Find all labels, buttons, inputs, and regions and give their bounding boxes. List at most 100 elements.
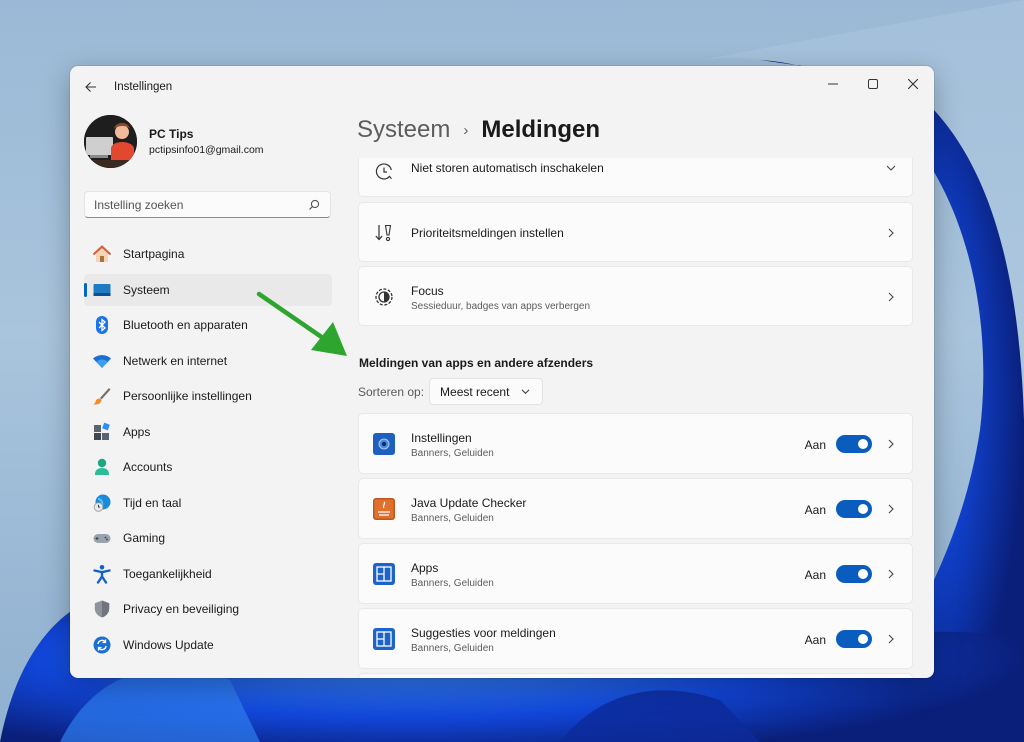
card-subtitle: Sessieduur, badges van apps verbergen — [411, 301, 591, 312]
app-name: Suggesties voor meldingen — [411, 626, 556, 640]
chevron-right-icon[interactable] — [886, 569, 896, 579]
clock-dnd-icon — [373, 161, 395, 183]
notification-toggle[interactable] — [836, 630, 872, 648]
sidebar-item-label: Tijd en taal — [123, 495, 182, 510]
app-row-instellingen[interactable]: Instellingen Banners, Geluiden Aan — [358, 413, 913, 474]
settings-search[interactable] — [84, 191, 331, 218]
time-language-icon — [92, 493, 112, 513]
sidebar-item-windows-update[interactable]: Windows Update — [84, 629, 332, 661]
sidebar-item-label: Toegankelijkheid — [123, 566, 212, 581]
accessibility-icon — [92, 564, 112, 584]
maximize-button[interactable] — [853, 70, 893, 98]
app-row-apps[interactable]: Apps Banners, Geluiden Aan — [358, 543, 913, 604]
toggle-state-label: Aan — [804, 503, 826, 517]
sidebar-item-netwerk[interactable]: Netwerk en internet — [84, 345, 332, 377]
focus-icon — [373, 286, 395, 308]
sidebar-item-label: Netwerk en internet — [123, 353, 228, 368]
apps-app-icon — [373, 563, 395, 585]
toggle-state-label: Aan — [804, 438, 826, 452]
breadcrumb-separator: › — [463, 121, 469, 139]
chevron-down-icon[interactable] — [886, 163, 896, 173]
chevron-right-icon[interactable] — [886, 634, 896, 644]
sidebar-item-label: Bluetooth en apparaten — [123, 318, 248, 332]
sidebar-item-label: Startpagina — [123, 247, 185, 261]
avatar-illustration-icon — [84, 115, 137, 168]
app-detail: Banners, Geluiden — [411, 578, 494, 589]
wifi-icon — [92, 351, 112, 371]
java-app-icon — [373, 498, 395, 520]
chevron-right-icon[interactable] — [886, 439, 896, 449]
sidebar-item-systeem[interactable]: Systeem — [84, 273, 332, 306]
sidebar-item-privacy[interactable]: Privacy en beveiliging — [84, 593, 332, 625]
sort-label: Sorteren op: — [358, 384, 425, 399]
system-icon — [92, 280, 112, 300]
app-detail: Banners, Geluiden — [411, 513, 494, 524]
sort-dropdown[interactable]: Meest recent — [429, 378, 544, 405]
sidebar-nav: Startpagina Systeem Bluetooth en apparat… — [84, 238, 332, 664]
breadcrumb-parent[interactable]: Systeem — [357, 116, 450, 144]
priority-icon — [373, 222, 395, 244]
chevron-right-icon[interactable] — [886, 292, 896, 302]
arrow-left-icon — [85, 82, 96, 92]
sidebar-item-label: Apps — [123, 424, 151, 439]
notification-toggle[interactable] — [836, 500, 872, 518]
card-title: Niet storen automatisch inschakelen — [411, 161, 604, 175]
section-title: Meldingen van apps en andere afzenders — [359, 356, 594, 370]
app-row-suggesties[interactable]: Suggesties voor meldingen Banners, Gelui… — [358, 608, 913, 669]
minimize-button[interactable] — [813, 70, 853, 98]
sort-value: Meest recent — [440, 384, 510, 399]
brush-icon — [92, 386, 112, 406]
card-dnd-automatic[interactable]: Niet storen automatisch inschakelen — [358, 158, 913, 197]
notifications-content: Niet storen automatisch inschakelen Prio… — [358, 158, 913, 678]
sidebar-item-gaming[interactable]: Gaming — [84, 522, 332, 554]
toggle-state-label: Aan — [804, 568, 826, 582]
sidebar-item-toegankelijkheid[interactable]: Toegankelijkheid — [84, 558, 332, 590]
toggle-state-label: Aan — [804, 633, 826, 647]
app-title: Instellingen — [114, 81, 173, 93]
bluetooth-icon — [92, 315, 112, 335]
user-profile[interactable]: PC Tips pctipsinfo01@gmail.com — [84, 115, 264, 168]
app-row-partial[interactable] — [358, 673, 913, 678]
minimize-icon — [828, 83, 838, 85]
settings-app-icon — [373, 433, 395, 455]
search-input[interactable] — [94, 197, 307, 212]
sidebar-item-accounts[interactable]: Accounts — [84, 451, 332, 483]
chevron-right-icon[interactable] — [886, 228, 896, 238]
card-title: Prioriteitsmeldingen instellen — [411, 226, 564, 240]
sidebar-item-label: Windows Update — [123, 637, 214, 652]
apps-icon — [92, 422, 112, 442]
maximize-icon — [868, 79, 878, 89]
app-row-java-update-checker[interactable]: Java Update Checker Banners, Geluiden Aa… — [358, 478, 913, 539]
app-detail: Banners, Geluiden — [411, 643, 494, 654]
shield-icon — [92, 599, 112, 619]
notification-toggle[interactable] — [836, 565, 872, 583]
sidebar-item-tijd-taal[interactable]: Tijd en taal — [84, 487, 332, 519]
title-bar: Instellingen — [70, 66, 934, 106]
page-title: Meldingen — [481, 116, 601, 143]
avatar — [84, 115, 137, 168]
app-detail: Banners, Geluiden — [411, 448, 494, 459]
update-icon — [92, 635, 112, 655]
gamepad-icon — [92, 528, 112, 548]
profile-name: PC Tips — [149, 127, 194, 141]
back-button[interactable] — [80, 76, 102, 98]
notification-toggle[interactable] — [836, 435, 872, 453]
card-title: Focus — [411, 284, 444, 298]
chevron-right-icon[interactable] — [886, 504, 896, 514]
card-focus[interactable]: Focus Sessieduur, badges van apps verber… — [358, 266, 913, 326]
card-priority-notifications[interactable]: Prioriteitsmeldingen instellen — [358, 202, 913, 262]
sidebar-item-label: Systeem — [123, 282, 170, 297]
breadcrumb: Systeem › Meldingen — [357, 116, 600, 144]
account-icon — [92, 457, 112, 477]
search-icon[interactable] — [307, 198, 321, 212]
sidebar-item-persoonlijk[interactable]: Persoonlijke instellingen — [84, 380, 332, 412]
sidebar-item-label: Privacy en beveiliging — [123, 602, 240, 616]
sidebar-item-label: Gaming — [123, 531, 166, 545]
sidebar-item-startpagina[interactable]: Startpagina — [84, 238, 332, 270]
app-name: Apps — [411, 561, 439, 575]
sort-row: Sorteren op: Meest recent — [358, 378, 544, 405]
sidebar-item-bluetooth[interactable]: Bluetooth en apparaten — [84, 309, 332, 341]
sidebar-item-label: Persoonlijke instellingen — [123, 389, 252, 403]
sidebar-item-apps[interactable]: Apps — [84, 416, 332, 448]
close-button[interactable] — [893, 70, 933, 98]
